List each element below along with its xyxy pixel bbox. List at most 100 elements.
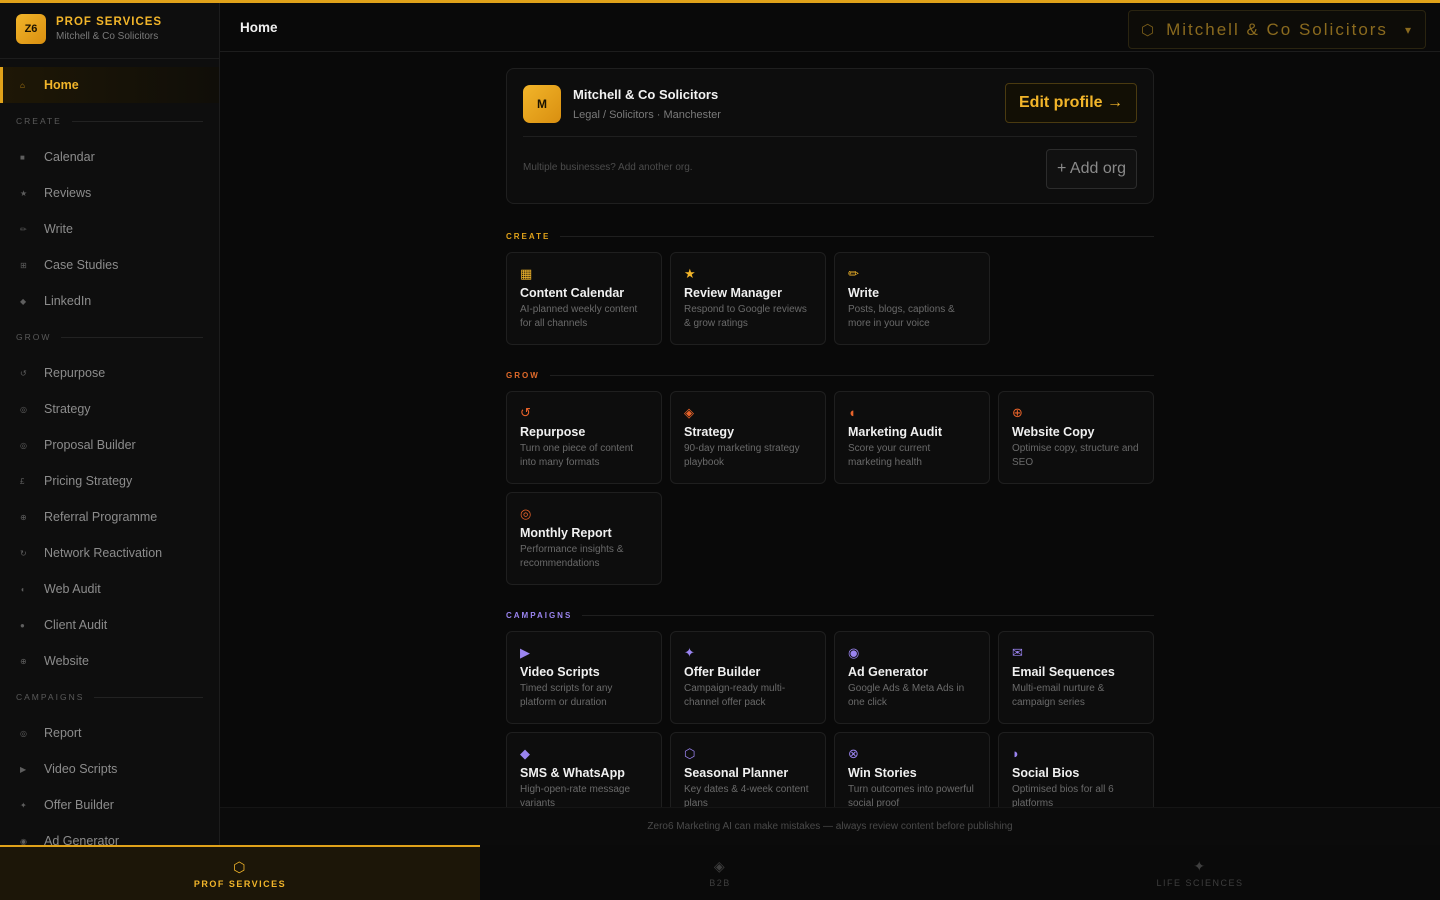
write-icon: ✏ bbox=[20, 224, 27, 234]
sidebar-item-label: Repurpose bbox=[44, 366, 106, 380]
sidebar-item-reviews[interactable]: ★ Reviews bbox=[0, 175, 219, 211]
top-accent-line bbox=[0, 0, 1440, 3]
calendar-icon: ■ bbox=[20, 152, 25, 162]
tile-write[interactable]: ✏ Write Posts, blogs, captions & more in y… bbox=[834, 252, 990, 345]
sidebar-item-strategy[interactable]: ◎ Strategy bbox=[0, 391, 219, 427]
content-column: M Mitchell & Co Solicitors Legal / Solic… bbox=[506, 68, 1154, 807]
email-sequences-icon: ✉ bbox=[1012, 645, 1023, 660]
sidebar-item-network-reactivation[interactable]: ↻ Network Reactivation bbox=[0, 535, 219, 571]
sidebar-item-case-studies[interactable]: ⊞ Case Studies bbox=[0, 247, 219, 283]
linkedin-icon: ◆ bbox=[20, 296, 27, 306]
sidebar-sections: CREATE ■ Calendar ★ Reviews ✏ Write ⊞ Case Studi… bbox=[0, 103, 219, 845]
sidebar-item-label: Proposal Builder bbox=[44, 438, 136, 452]
tile-video-scripts[interactable]: ▶ Video Scripts Timed scripts for any plat… bbox=[506, 631, 662, 724]
tile-strategy[interactable]: ◈ Strategy 90-day marketing strategy playb… bbox=[670, 391, 826, 484]
tile-title: Win Stories bbox=[848, 766, 917, 780]
tile-description: Respond to Google reviews & grow ratings bbox=[684, 304, 807, 329]
ad-generator-icon: ◉ bbox=[848, 645, 860, 660]
sms-whatsapp-icon: ◆ bbox=[520, 746, 530, 761]
tile-email-sequences[interactable]: ✉ Email Sequences Multi-email nurture & ca… bbox=[998, 631, 1154, 724]
org-switcher[interactable]: ⬡ Mitchell & Co Solicitors ▾ bbox=[1128, 10, 1426, 49]
multi-org-note: Multiple businesses? Add another org. bbox=[523, 162, 693, 173]
tile-marketing-audit[interactable]: ◖ Marketing Audit Score your current marke… bbox=[834, 391, 990, 484]
org-name: Mitchell & Co Solicitors bbox=[573, 87, 719, 102]
marketing-audit-icon: ◖ bbox=[848, 405, 856, 420]
sidebar-item-referral-programme[interactable]: ⊕ Referral Programme bbox=[0, 499, 219, 535]
case-studies-icon: ⊞ bbox=[20, 260, 27, 270]
tile-description: Score your current marketing health bbox=[848, 443, 931, 468]
sidebar-item-web-audit[interactable]: ◖ Web Audit bbox=[0, 571, 219, 607]
tile-title: Write bbox=[848, 286, 880, 300]
bottom-tab-prof-services[interactable]: ⬡ PROF SERVICES bbox=[0, 845, 480, 900]
sidebar-item-write[interactable]: ✏ Write bbox=[0, 211, 219, 247]
tile-title: Video Scripts bbox=[520, 665, 600, 679]
bottom-tab-bar: ⬡ PROF SERVICES ◈ B2B ✦ LIFE SCIENCES bbox=[0, 845, 1440, 900]
sidebar-item-label: Report bbox=[44, 726, 82, 740]
tile-social-bios[interactable]: ◗ Social Bios Optimised bios for all 6 pla… bbox=[998, 732, 1154, 807]
tile-title: Social Bios bbox=[1012, 766, 1080, 780]
edit-profile-button[interactable]: Edit profile → bbox=[1005, 83, 1137, 123]
divider bbox=[523, 136, 1137, 137]
sidebar-item-proposal-builder[interactable]: ◎ Proposal Builder bbox=[0, 427, 219, 463]
tile-website-copy[interactable]: ⊕ Website Copy Optimise copy, structure an… bbox=[998, 391, 1154, 484]
tile-title: Marketing Audit bbox=[848, 425, 942, 439]
write-icon: ✏ bbox=[848, 266, 859, 281]
tile-title: Review Manager bbox=[684, 286, 782, 300]
sidebar-item-label: Pricing Strategy bbox=[44, 474, 133, 488]
brand[interactable]: Z6 PROF SERVICES Mitchell & Co Solicitor… bbox=[0, 0, 219, 59]
avatar: M bbox=[523, 85, 561, 123]
tile-win-stories[interactable]: ⊗ Win Stories Turn outcomes into powerful … bbox=[834, 732, 990, 807]
tile-review-manager[interactable]: ★ Review Manager Respond to Google reviews… bbox=[670, 252, 826, 345]
tile-description: Campaign-ready multi-channel offer pack bbox=[684, 683, 786, 708]
tile-repurpose[interactable]: ↺ Repurpose Turn one piece of content into… bbox=[506, 391, 662, 484]
bottom-tab-b2b[interactable]: ◈ B2B bbox=[480, 845, 960, 900]
sidebar-item-label: Network Reactivation bbox=[44, 546, 163, 560]
bottom-tab-label: PROF SERVICES bbox=[193, 878, 287, 889]
sidebar-item-calendar[interactable]: ■ Calendar bbox=[0, 139, 219, 175]
tile-title: Ad Generator bbox=[848, 665, 928, 679]
sidebar-item-offer-builder[interactable]: ✦ Offer Builder bbox=[0, 787, 219, 823]
bottom-tab-label: B2B bbox=[709, 877, 731, 888]
sidebar-item-label: Offer Builder bbox=[44, 798, 114, 812]
sidebar-item-label: Reviews bbox=[44, 186, 92, 200]
bottom-tab-life-sciences[interactable]: ✦ LIFE SCIENCES bbox=[960, 845, 1440, 900]
add-org-button[interactable]: + Add org bbox=[1046, 149, 1137, 189]
create-tiles: ▦ Content Calendar AI-planned weekly conte… bbox=[506, 252, 1154, 345]
sidebar-item-pricing-strategy[interactable]: £ Pricing Strategy bbox=[0, 463, 219, 499]
tile-sms-whatsapp[interactable]: ◆ SMS & WhatsApp High-open-rate message va… bbox=[506, 732, 662, 807]
sidebar-item-repurpose[interactable]: ↺ Repurpose bbox=[0, 355, 219, 391]
header: Home ⬡ Mitchell & Co Solicitors ▾ bbox=[220, 3, 1440, 52]
tile-ad-generator[interactable]: ◉ Ad Generator Google Ads & Meta Ads in on… bbox=[834, 631, 990, 724]
sidebar-item-label: LinkedIn bbox=[44, 294, 92, 308]
social-bios-icon: ◗ bbox=[1012, 746, 1020, 761]
sidebar-item-report[interactable]: ◎ Report bbox=[0, 715, 219, 751]
sidebar-item-label: Calendar bbox=[44, 150, 95, 164]
content-calendar-icon: ▦ bbox=[520, 266, 533, 281]
campaign-tiles: ▶ Video Scripts Timed scripts for any plat… bbox=[506, 631, 1154, 807]
brand-subtitle: Mitchell & Co Solicitors bbox=[56, 31, 159, 42]
sidebar-item-video-scripts[interactable]: ▶ Video Scripts bbox=[0, 751, 219, 787]
logo: Z6 bbox=[16, 14, 46, 44]
reviews-icon: ★ bbox=[20, 188, 28, 198]
seasonal-planner-icon: ⬡ bbox=[684, 746, 696, 761]
sidebar-item-home[interactable]: ⌂ Home bbox=[0, 67, 219, 103]
sidebar-item-ad-generator[interactable]: ◉ Ad Generator bbox=[0, 823, 219, 845]
referral-programme-icon: ⊕ bbox=[20, 512, 27, 522]
main-content: M Mitchell & Co Solicitors Legal / Solic… bbox=[220, 52, 1440, 807]
bottom-tab-label: LIFE SCIENCES bbox=[1156, 877, 1244, 888]
tile-seasonal-planner[interactable]: ⬡ Seasonal Planner Key dates & 4-week cont… bbox=[670, 732, 826, 807]
pricing-strategy-icon: £ bbox=[20, 476, 25, 486]
tile-title: Offer Builder bbox=[684, 665, 761, 679]
sidebar-item-client-audit[interactable]: ● Client Audit bbox=[0, 607, 219, 643]
section-header-campaigns: CAMPAIGNS bbox=[506, 609, 1154, 621]
tile-title: Monthly Report bbox=[520, 526, 612, 540]
sidebar-item-website[interactable]: ⊕ Website bbox=[0, 643, 219, 679]
tile-offer-builder[interactable]: ✦ Offer Builder Campaign-ready multi-chann… bbox=[670, 631, 826, 724]
tile-content-calendar[interactable]: ▦ Content Calendar AI-planned weekly conte… bbox=[506, 252, 662, 345]
client-audit-icon: ● bbox=[20, 620, 25, 630]
repurpose-icon: ↺ bbox=[20, 368, 27, 378]
org-meta: Legal / Solicitors · Manchester bbox=[573, 109, 721, 121]
sidebar-item-label: Web Audit bbox=[44, 582, 101, 596]
tile-monthly-report[interactable]: ◎ Monthly Report Performance insights & re… bbox=[506, 492, 662, 585]
sidebar-item-linkedin[interactable]: ◆ LinkedIn bbox=[0, 283, 219, 319]
